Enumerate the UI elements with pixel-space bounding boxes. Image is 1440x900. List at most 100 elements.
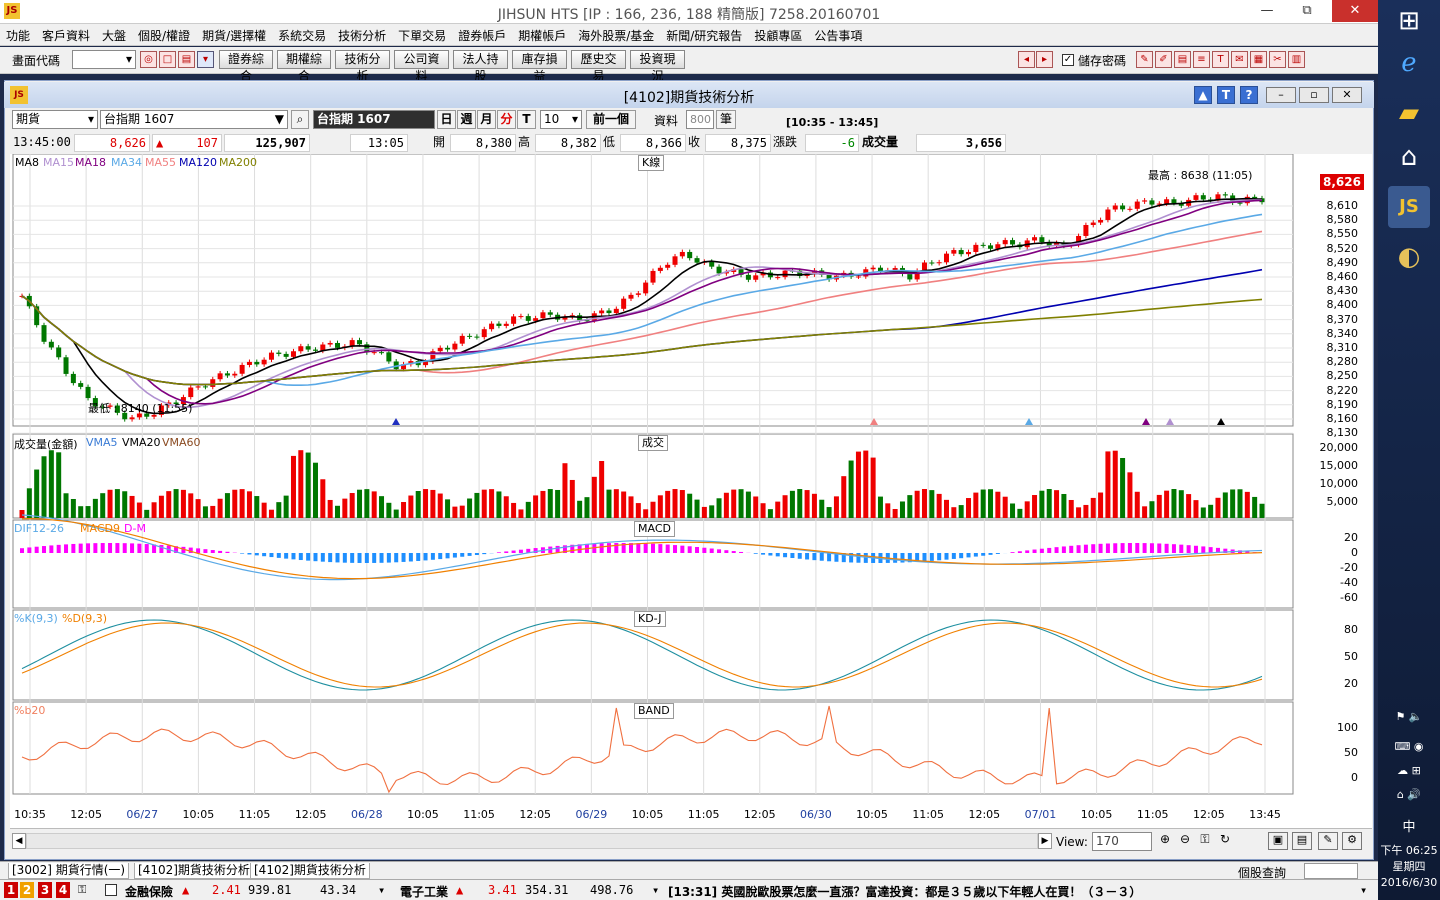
document-icon[interactable]: ▤ — [1174, 51, 1191, 68]
news-dropdown-icon[interactable]: ▾ — [1360, 883, 1367, 897]
inner-minimize-button[interactable]: – — [1266, 87, 1296, 103]
window-layout-icon[interactable]: ▤ — [1292, 832, 1312, 850]
note-icon[interactable]: ✉ — [1231, 51, 1248, 68]
menu-item-7[interactable]: 下單交易 — [392, 24, 452, 47]
menu-item-13[interactable]: 公告事項 — [808, 24, 868, 47]
page-4-button[interactable]: 4 — [56, 882, 70, 898]
unit-button[interactable]: 筆 — [716, 110, 736, 129]
window-icon[interactable]: □ — [159, 51, 176, 68]
draw-icon[interactable]: ✎ — [1318, 832, 1338, 850]
refresh-icon[interactable]: ↻ — [1216, 832, 1234, 850]
period-button-2[interactable]: 月 — [477, 110, 496, 129]
report-icon[interactable]: ▥ — [1288, 51, 1305, 68]
screen-code-input[interactable]: ▾ — [72, 50, 136, 69]
menu-item-0[interactable]: 功能 — [0, 24, 36, 47]
page-3-button[interactable]: 3 — [38, 882, 52, 898]
text-icon[interactable]: T — [1212, 51, 1229, 68]
scroll-right-button[interactable]: ▶ — [1038, 833, 1052, 849]
toolbar-button-4[interactable]: 法人持股 — [453, 50, 508, 83]
nav-left-icon[interactable]: ◂ — [1018, 51, 1035, 68]
menu-item-11[interactable]: 新聞/研究報告 — [660, 24, 748, 47]
edit-icon[interactable]: ✐ — [1155, 51, 1172, 68]
folder-icon[interactable]: ▰ — [1388, 92, 1430, 134]
menu-item-4[interactable]: 期貨/選擇權 — [196, 24, 272, 47]
menu-item-2[interactable]: 大盤 — [96, 24, 132, 47]
zoom-in-icon[interactable]: ⊕ — [1156, 832, 1174, 850]
tab-futures-quote[interactable]: [3002] 期貨行情(一) — [8, 863, 130, 879]
menu-item-12[interactable]: 投顧專區 — [748, 24, 808, 47]
help-button[interactable]: ? — [1240, 86, 1258, 104]
layout-icon[interactable]: ▣ — [1268, 832, 1288, 850]
period-button-3[interactable]: 分 — [497, 110, 516, 129]
ticker-checkbox[interactable] — [105, 884, 117, 896]
tools-icon[interactable]: ✂ — [1269, 51, 1286, 68]
up-arrow-button[interactable]: ▲ — [1194, 86, 1212, 104]
market-select[interactable]: 期貨 ▾ — [12, 110, 98, 129]
tray-icons[interactable]: ⚑ 🔈 — [1378, 710, 1440, 723]
menu-item-9[interactable]: 期權帳戶 — [512, 24, 572, 47]
menu-item-5[interactable]: 系統交易 — [272, 24, 332, 47]
menu-item-10[interactable]: 海外股票/基金 — [572, 24, 660, 47]
ime-indicator[interactable]: 中 — [1378, 816, 1440, 835]
period-button-1[interactable]: 週 — [457, 110, 476, 129]
clock-time[interactable]: 下午 06:25 — [1378, 842, 1440, 858]
toolbar-button-3[interactable]: 公司資料 — [394, 50, 449, 83]
lock-icon[interactable]: ⚿ — [1196, 832, 1214, 850]
symbol-search-icon[interactable]: ⌕ — [291, 110, 309, 129]
macd-bar-27 — [218, 550, 223, 553]
index2-dropdown-icon[interactable]: ▾ — [652, 883, 659, 897]
list-icon[interactable]: ≡ — [1193, 51, 1210, 68]
tray-cloud-icon[interactable]: ☁ ⊞ — [1378, 764, 1440, 777]
tray-sound-icon[interactable]: ⌂ 🔊 — [1378, 788, 1440, 801]
calc-icon[interactable]: ▦ — [1250, 51, 1267, 68]
view-input[interactable]: 170 — [1092, 832, 1152, 851]
toolbar-button-2[interactable]: 技術分析 — [335, 50, 390, 83]
stock-query-input[interactable] — [1304, 863, 1358, 879]
toolbar-button-7[interactable]: 投資現況 — [630, 50, 685, 83]
nav-right-icon[interactable]: ▸ — [1036, 51, 1053, 68]
lock-icon[interactable]: ⚿ — [78, 883, 90, 897]
toolbar-button-0[interactable]: 證券綜合 — [219, 50, 273, 83]
page-1-button[interactable]: 1 — [4, 882, 18, 898]
toolbar-button-6[interactable]: 歷史交易 — [571, 50, 626, 83]
menu-item-1[interactable]: 客戶資料 — [36, 24, 96, 47]
menu-item-3[interactable]: 個股/權證 — [132, 24, 196, 47]
close-button[interactable]: ✕ — [1332, 0, 1378, 22]
news-ticker[interactable]: [13:31] 英國脫歐股票怎麼一直漲？富達投資：都是３５歲以下年輕人在買！（３… — [668, 883, 1141, 900]
pen-icon[interactable]: ✎ — [1136, 51, 1153, 68]
page-2-button[interactable]: 2 — [20, 882, 34, 898]
scroll-left-button[interactable]: ◀ — [12, 833, 26, 849]
home-icon[interactable]: ⌂ — [1388, 136, 1430, 178]
windows-start-icon[interactable]: ⊞ — [1388, 0, 1430, 42]
jihsun-app-icon[interactable]: JS — [1388, 186, 1430, 228]
tray-network-icon[interactable]: ⌨ ◉ — [1378, 740, 1440, 753]
menu-item-8[interactable]: 證券帳戶 — [452, 24, 512, 47]
prev-button[interactable]: 前一個 — [586, 110, 636, 129]
internet-explorer-icon[interactable]: ℯ — [1388, 42, 1430, 84]
minimize-button[interactable]: — — [1250, 0, 1284, 22]
print-icon[interactable]: ▤ — [178, 51, 195, 68]
save-password-checkbox[interactable]: ✓ — [1062, 54, 1074, 66]
dropdown-icon[interactable]: ▾ — [197, 51, 214, 68]
zoom-out-icon[interactable]: ⊖ — [1176, 832, 1194, 850]
inner-close-button[interactable]: ✕ — [1332, 87, 1362, 103]
index1-dropdown-icon[interactable]: ▾ — [378, 883, 385, 897]
interval-select[interactable]: 10 ▾ — [540, 110, 582, 129]
maximize-button[interactable]: ⧉ — [1290, 0, 1324, 22]
tab-tech-analysis-2[interactable]: [4102]期貨技術分析 — [250, 863, 370, 879]
text-mode-button[interactable]: T — [1217, 86, 1235, 104]
settings-icon[interactable]: ⚙ — [1342, 832, 1362, 850]
paint-icon[interactable]: ◐ — [1388, 236, 1430, 278]
search-icon[interactable]: ◎ — [140, 51, 157, 68]
menu-item-6[interactable]: 技術分析 — [332, 24, 392, 47]
inner-restore-button[interactable]: ▫ — [1299, 87, 1329, 103]
symbol-select[interactable]: 台指期 1607 ▼ — [100, 110, 288, 129]
toolbar-button-1[interactable]: 期權綜合 — [277, 50, 331, 83]
toolbar-button-5[interactable]: 庫存損益 — [512, 50, 567, 83]
period-button-0[interactable]: 日 — [437, 110, 456, 129]
data-count-input[interactable]: 800 — [686, 110, 714, 129]
tab-tech-analysis-1[interactable]: [4102]期貨技術分析 — [134, 863, 254, 879]
period-button-4[interactable]: T — [517, 110, 536, 129]
chart-scrollbar[interactable] — [26, 833, 1038, 849]
chart-area[interactable]: 10:35 12:05 06/27 10:05 11:05 12:05 06/28 10:05… — [10, 154, 1372, 828]
